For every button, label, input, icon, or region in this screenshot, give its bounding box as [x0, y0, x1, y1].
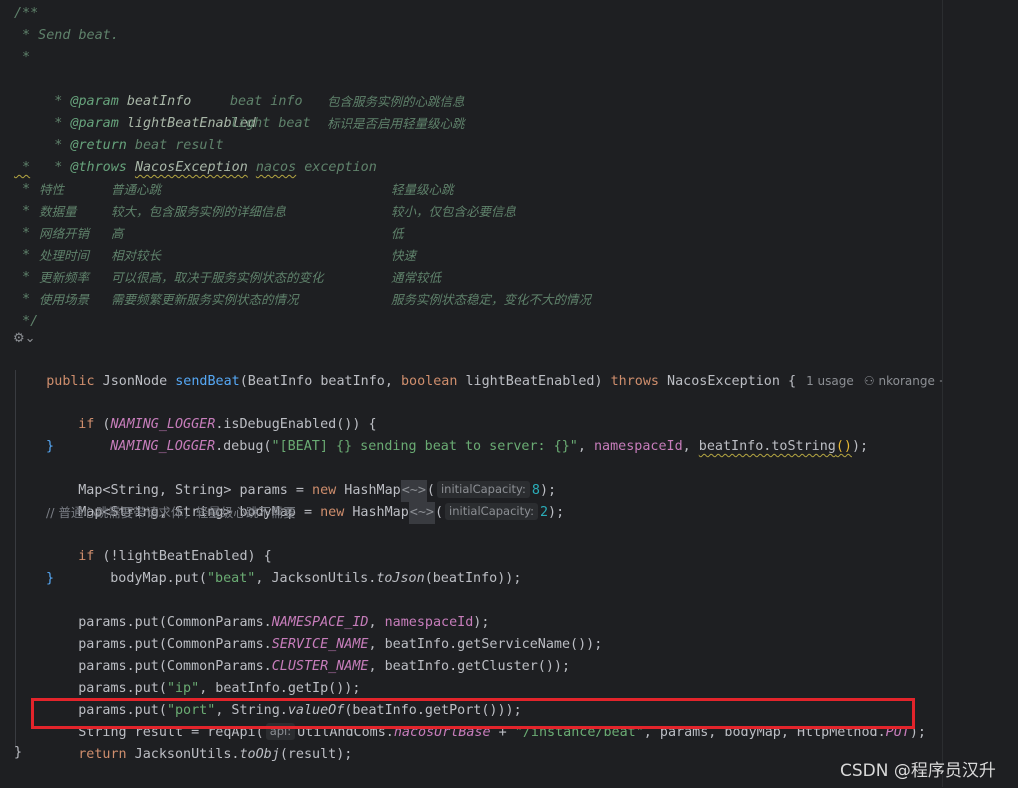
table-cell-normal: 高 [111, 226, 124, 241]
javadoc-close: */ [14, 314, 39, 329]
javadoc-open: /** [14, 6, 39, 21]
doc-prefix: * [14, 248, 39, 263]
code-line-params-decl: Map<String, String> params = new HashMap… [46, 458, 556, 502]
red-highlight-box [31, 698, 915, 729]
method-signature: public JsonNode sendBeat(BeatInfo beatIn… [14, 348, 956, 389]
table-cell-light: 快速 [391, 248, 417, 263]
table-cell-feature: 特性 [39, 182, 65, 197]
table-cell-normal: 相对较长 [111, 248, 162, 263]
watermark: CSDN @程序员汉升 [840, 761, 996, 781]
params: (BeatInfo beatInfo, [239, 374, 401, 389]
doc-prefix: * [46, 160, 71, 175]
exception-type: NacosException { [659, 374, 797, 389]
code-line-debug-log: NAMING_LOGGER.debug("[BEAT] {} sending b… [110, 439, 869, 454]
doc-prefix: * [14, 292, 39, 307]
code-line-close-if: } [46, 439, 55, 454]
table-cell-normal: 普通心跳 [111, 182, 162, 197]
javadoc-table-row: * 使用场景 需要频繁更新服务实例状态的情况 服务实例状态稳定，变化不大的情况 [14, 289, 591, 311]
table-cell-light: 服务实例状态稳定，变化不大的情况 [391, 292, 592, 307]
code-editor[interactable]: /** * Send beat. * * @param beatInfo beat… [0, 0, 956, 787]
author-icon: ⚇ [863, 374, 875, 388]
javadoc-param-lightbeat: * @param lightBeatEnabled light beat 标识是否启… [14, 91, 464, 131]
table-cell-light: 轻量级心跳 [391, 182, 454, 197]
doc-exception-link[interactable]: NacosException [135, 160, 248, 175]
table-cell-light: 低 [391, 226, 404, 241]
javadoc-table-row: * 处理时间 相对较长 快速 [14, 245, 416, 267]
doc-throws-desc2: exception [296, 160, 377, 175]
code-line-put-ip: params.put("ip", beatInfo.getIp()); [78, 681, 361, 696]
javadoc-return: * @return beat result [14, 113, 223, 153]
table-cell-normal: 需要频繁更新服务实例状态的情况 [111, 292, 299, 307]
indent-guide [15, 370, 16, 748]
table-cell-feature: 更新频率 [39, 270, 90, 285]
right-gutter [942, 0, 1018, 787]
param2: lightBeatEnabled) [457, 374, 611, 389]
doc-prefix: * [14, 270, 39, 285]
javadoc-throws: * @throws NacosException nacos exception [14, 135, 377, 175]
table-cell-feature: 网络开销 [39, 226, 90, 241]
table-cell-feature: 数据量 [39, 204, 77, 219]
code-line-put-port: params.put("port", String.valueOf(beatIn… [78, 703, 522, 718]
code-line-put-beat: bodyMap.put("beat", JacksonUtils.toJson(… [110, 571, 522, 586]
doc-prefix: * [14, 182, 39, 197]
return-type: JsonNode [94, 374, 176, 389]
kw-throws: throws [610, 374, 659, 389]
javadoc-param-beatinfo: * @param beatInfo beat info 包含服务实例的心跳信息 [14, 69, 464, 109]
usage-count[interactable]: 1 usage [806, 374, 854, 388]
javadoc-table-row: * 网络开销 高 低 [14, 223, 403, 245]
javadoc-table-row: * 特性 普通心跳 轻量级心跳 [14, 179, 453, 201]
table-cell-normal: 较大，包含服务实例的详细信息 [111, 204, 287, 219]
kw-boolean: boolean [401, 374, 458, 389]
method-name[interactable]: sendBeat [175, 374, 240, 389]
doc-throws-desc1: nacos [255, 160, 297, 175]
param-hint: initialCapacity: [445, 503, 538, 520]
code-line-if-debug: if (NAMING_LOGGER.isDebugEnabled()) { [78, 417, 377, 432]
code-line-bodymap-decl: Map<String, String> bodyMap = new HashMa… [46, 480, 564, 524]
javadoc-table-row: * 数据量 较大，包含服务实例的详细信息 较小，仅包含必要信息 [14, 201, 516, 223]
override-gutter-icon[interactable]: ⚙⌄ [13, 331, 36, 347]
code-line-if-light: if (!lightBeatEnabled) { [78, 549, 272, 564]
code-line-comment: // 普通心跳需要带请求体，轻量级心跳不需要 [46, 505, 296, 520]
doc-param-desc: light beat [230, 116, 311, 131]
doc-param-note: 标识是否启用轻量级心跳 [327, 116, 465, 131]
doc-prefix: * [14, 226, 39, 241]
javadoc-table-row: * 更新频率 可以很高，取决于服务实例状态的变化 通常较低 [14, 267, 441, 289]
code-line-put-cluster: params.put(CommonParams.CLUSTER_NAME, be… [78, 659, 571, 674]
code-line-final-brace: } [14, 745, 23, 760]
table-cell-feature: 使用场景 [39, 292, 90, 307]
table-cell-light: 较小，仅包含必要信息 [391, 204, 517, 219]
doc-prefix: * [14, 204, 39, 219]
doc-param-note: 包含服务实例的心跳信息 [327, 94, 465, 109]
code-line-put-namespace: params.put(CommonParams.NAMESPACE_ID, na… [78, 615, 490, 630]
table-cell-light: 通常较低 [391, 270, 442, 285]
code-line-put-service: params.put(CommonParams.SERVICE_NAME, be… [78, 637, 603, 652]
javadoc-blank: * [14, 50, 31, 65]
table-cell-normal: 可以很高，取决于服务实例状态的变化 [111, 270, 324, 285]
javadoc-blank2: * [14, 160, 31, 175]
doc-tag: @throws [70, 160, 127, 175]
code-line-close-if2: } [46, 571, 55, 586]
table-cell-feature: 处理时间 [39, 248, 90, 263]
kw-public: public [46, 374, 95, 389]
javadoc-summary: * Send beat. [14, 28, 119, 43]
